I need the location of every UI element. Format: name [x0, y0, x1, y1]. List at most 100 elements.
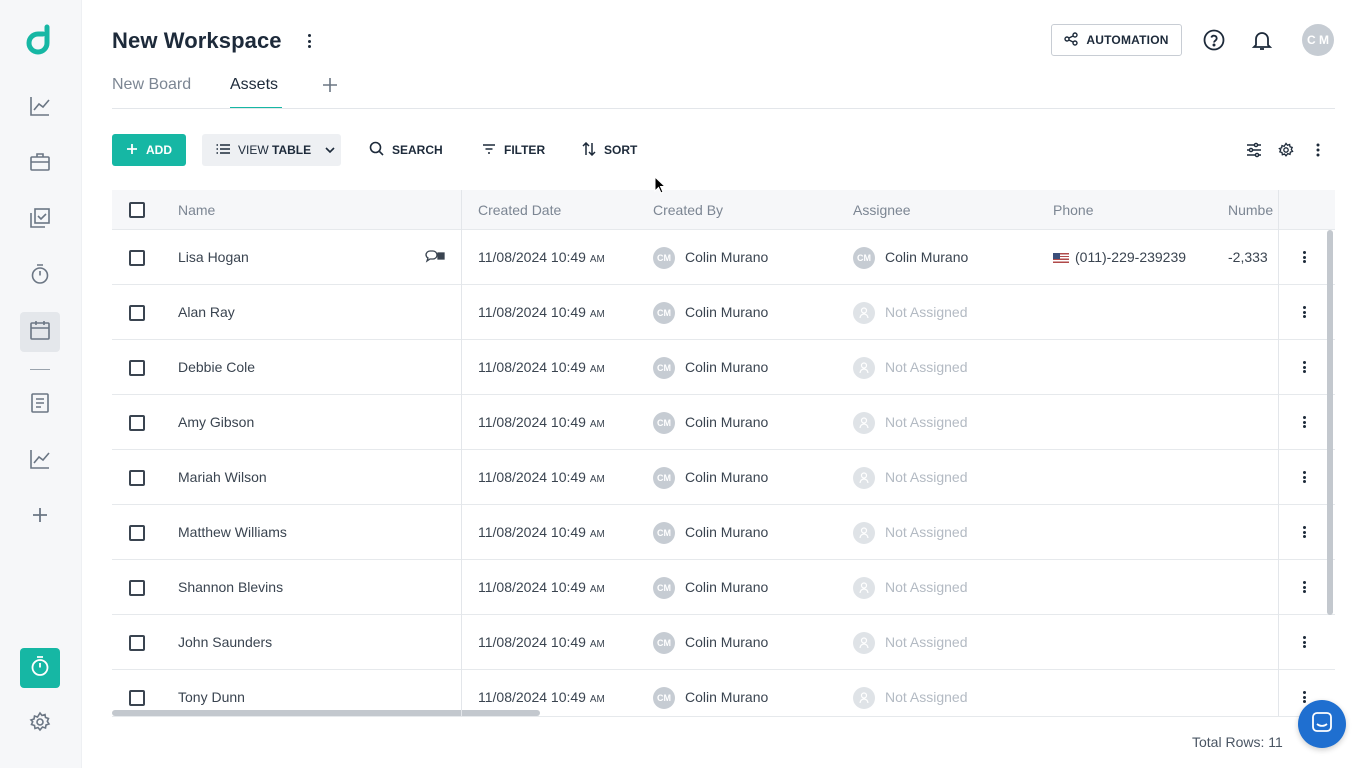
chat-support-button[interactable]: [1298, 700, 1346, 748]
column-header-created-by[interactable]: Created By: [653, 202, 723, 218]
row-menu-icon[interactable]: [1300, 250, 1308, 264]
search-button[interactable]: SEARCH: [369, 134, 443, 166]
sidebar-item-calendar[interactable]: [20, 312, 60, 352]
user-placeholder-icon: [853, 302, 875, 324]
column-header-phone[interactable]: Phone: [1053, 202, 1093, 218]
sidebar-item-docs[interactable]: [20, 385, 60, 425]
sidebar-item-tasks[interactable]: [20, 200, 60, 240]
workspace-menu-icon[interactable]: [302, 32, 316, 50]
user-avatar[interactable]: C M: [1302, 24, 1334, 56]
column-header-name[interactable]: Name: [178, 202, 215, 218]
table-row[interactable]: John Saunders 11/08/2024 10:49 AM CM Col…: [112, 615, 1335, 670]
column-header-number[interactable]: Numbe: [1228, 202, 1273, 218]
table-row[interactable]: Lisa Hogan 11/08/2024 10:49 AM CM Colin …: [112, 230, 1335, 285]
add-tab-button[interactable]: [320, 76, 340, 96]
sidebar-item-dashboard[interactable]: [20, 88, 60, 128]
column-header-created-date[interactable]: Created Date: [478, 202, 561, 218]
table-row[interactable]: Alan Ray 11/08/2024 10:49 AM CM Colin Mu…: [112, 285, 1335, 340]
sidebar-item-add[interactable]: [20, 497, 60, 537]
row-assignee[interactable]: Colin Murano: [885, 249, 968, 265]
sidebar-timer-button[interactable]: [20, 648, 60, 688]
tasks-icon: [29, 207, 51, 234]
select-all-checkbox[interactable]: [129, 202, 145, 218]
row-assignee[interactable]: Not Assigned: [885, 689, 968, 705]
actions-column-divider: [1278, 190, 1279, 716]
vertical-scrollbar[interactable]: [1327, 230, 1333, 615]
notification-bell-icon[interactable]: [1250, 28, 1274, 52]
row-menu-icon[interactable]: [1300, 415, 1308, 429]
help-icon[interactable]: [1202, 28, 1226, 52]
row-phone[interactable]: (011)-229-239239: [1053, 249, 1186, 265]
automation-button[interactable]: AUTOMATION: [1051, 24, 1182, 56]
table-row[interactable]: Amy Gibson 11/08/2024 10:49 AM CM Colin …: [112, 395, 1335, 450]
row-menu-icon[interactable]: [1300, 635, 1308, 649]
horizontal-scrollbar[interactable]: [112, 710, 540, 716]
row-created-by: Colin Murano: [685, 304, 769, 320]
row-created-date: 11/08/2024 10:49 AM: [478, 249, 605, 265]
filter-button[interactable]: FILTER: [482, 134, 545, 166]
row-name[interactable]: Matthew Williams: [178, 524, 287, 540]
settings-icon: [29, 711, 51, 738]
table-row[interactable]: Debbie Cole 11/08/2024 10:49 AM CM Colin…: [112, 340, 1335, 395]
row-checkbox[interactable]: [129, 470, 145, 486]
row-name[interactable]: Alan Ray: [178, 304, 235, 320]
sidebar-settings-button[interactable]: [20, 704, 60, 744]
row-menu-icon[interactable]: [1300, 470, 1308, 484]
row-number[interactable]: -2,333: [1228, 249, 1268, 265]
table-row[interactable]: Matthew Williams 11/08/2024 10:49 AM CM …: [112, 505, 1335, 560]
row-assignee[interactable]: Not Assigned: [885, 469, 968, 485]
gear-icon[interactable]: [1276, 140, 1296, 160]
tab-assets[interactable]: Assets: [230, 76, 278, 94]
row-created-by: Colin Murano: [685, 634, 769, 650]
row-checkbox[interactable]: [129, 250, 145, 266]
briefcase-icon: [29, 151, 51, 178]
row-name[interactable]: Debbie Cole: [178, 359, 255, 375]
row-checkbox[interactable]: [129, 635, 145, 651]
table-row[interactable]: Shannon Blevins 11/08/2024 10:49 AM CM C…: [112, 560, 1335, 615]
column-settings-icon[interactable]: [1244, 140, 1264, 160]
row-name[interactable]: Amy Gibson: [178, 414, 254, 430]
row-checkbox[interactable]: [129, 690, 145, 706]
add-button[interactable]: ADD: [112, 134, 186, 166]
row-assignee[interactable]: Not Assigned: [885, 304, 968, 320]
row-assignee[interactable]: Not Assigned: [885, 634, 968, 650]
row-created-by: Colin Murano: [685, 579, 769, 595]
row-checkbox[interactable]: [129, 580, 145, 596]
row-checkbox[interactable]: [129, 305, 145, 321]
search-icon: [369, 141, 384, 159]
sidebar-item-time[interactable]: [20, 256, 60, 296]
row-name[interactable]: Tony Dunn: [178, 689, 245, 705]
row-checkbox[interactable]: [129, 360, 145, 376]
stopwatch-icon: [29, 263, 51, 290]
row-assignee[interactable]: Not Assigned: [885, 524, 968, 540]
row-checkbox[interactable]: [129, 415, 145, 431]
row-menu-icon[interactable]: [1300, 690, 1308, 704]
filter-icon: [482, 143, 496, 157]
tab-new-board[interactable]: New Board: [112, 76, 191, 94]
row-name[interactable]: John Saunders: [178, 634, 272, 650]
tabs-divider: [112, 108, 1335, 109]
row-assignee[interactable]: Not Assigned: [885, 579, 968, 595]
row-menu-icon[interactable]: [1300, 525, 1308, 539]
row-name[interactable]: Mariah Wilson: [178, 469, 267, 485]
plus-icon: [31, 506, 49, 529]
table-row[interactable]: Mariah Wilson 11/08/2024 10:49 AM CM Col…: [112, 450, 1335, 505]
row-assignee[interactable]: Not Assigned: [885, 359, 968, 375]
row-name[interactable]: Shannon Blevins: [178, 579, 283, 595]
app-logo[interactable]: [25, 24, 57, 58]
sidebar-item-projects[interactable]: [20, 144, 60, 184]
row-checkbox[interactable]: [129, 525, 145, 541]
sidebar-item-reports[interactable]: [20, 441, 60, 481]
comment-icon[interactable]: [425, 250, 445, 267]
row-menu-icon[interactable]: [1300, 580, 1308, 594]
row-menu-icon[interactable]: [1300, 305, 1308, 319]
plus-icon: [322, 73, 338, 99]
more-options-icon[interactable]: [1308, 140, 1328, 160]
avatar: CM: [653, 577, 675, 599]
row-assignee[interactable]: Not Assigned: [885, 414, 968, 430]
sort-button[interactable]: SORT: [582, 134, 637, 166]
column-header-assignee[interactable]: Assignee: [853, 202, 911, 218]
row-name[interactable]: Lisa Hogan: [178, 249, 249, 265]
view-selector[interactable]: VIEW TABLE: [202, 134, 341, 166]
row-menu-icon[interactable]: [1300, 360, 1308, 374]
